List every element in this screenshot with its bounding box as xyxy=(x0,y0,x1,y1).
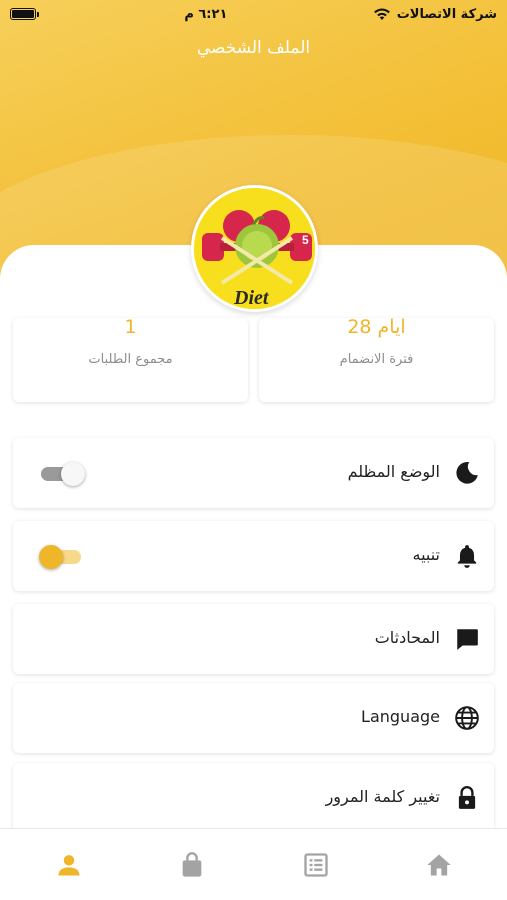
language-label: Language xyxy=(361,707,440,726)
stat-card-membership: 28 ايام فترة الانضمام xyxy=(259,318,494,402)
battery-icon xyxy=(10,8,39,20)
toggle-thumb xyxy=(61,462,85,486)
carrier-name: شركة الاتصالات xyxy=(396,6,497,22)
bottom-nav xyxy=(0,828,507,900)
membership-value: 28 ايام xyxy=(347,316,406,338)
change-password-label: تغيير كلمة المرور xyxy=(325,787,440,806)
lock-icon xyxy=(458,786,476,809)
dark-mode-toggle[interactable] xyxy=(41,462,85,486)
orders-value: 1 xyxy=(124,316,137,338)
shopping-bag-icon[interactable] xyxy=(178,851,206,879)
home-icon[interactable] xyxy=(425,851,453,879)
person-icon[interactable] xyxy=(55,851,83,879)
menu-item-change-password[interactable]: تغيير كلمة المرور xyxy=(13,763,494,833)
orders-label: مجموع الطلبات xyxy=(88,352,173,367)
toggle-thumb xyxy=(39,545,63,569)
menu-item-notifications[interactable]: تنبيه xyxy=(13,521,494,591)
list-icon[interactable] xyxy=(302,851,330,879)
stat-card-orders: 1 مجموع الطلبات xyxy=(13,318,248,402)
status-time: ٦:٢١ م xyxy=(184,6,228,22)
globe-icon xyxy=(455,706,479,730)
menu-item-dark-mode[interactable]: الوضع المظلم xyxy=(13,438,494,508)
avatar[interactable]: 5 Diet xyxy=(191,185,318,312)
avatar-logo-text: Diet xyxy=(233,287,270,309)
diet-logo: 5 Diet xyxy=(194,188,315,309)
avatar-number: 5 xyxy=(302,233,309,247)
wifi-icon xyxy=(373,8,390,20)
dark-mode-label: الوضع المظلم xyxy=(347,462,440,481)
notifications-label: تنبيه xyxy=(412,545,440,564)
status-bar: ٦:٢١ م شركة الاتصالات xyxy=(0,0,507,28)
page-title: الملف الشخصي xyxy=(196,38,311,58)
bell-icon xyxy=(457,545,477,568)
notifications-toggle[interactable] xyxy=(39,545,85,569)
moon-icon xyxy=(456,461,478,484)
menu-item-chats[interactable]: المحادثات xyxy=(13,604,494,674)
stats-row: 28 ايام فترة الانضمام 1 مجموع الطلبات xyxy=(13,318,494,402)
chat-icon xyxy=(457,629,478,650)
chats-label: المحادثات xyxy=(374,628,440,647)
membership-label: فترة الانضمام xyxy=(339,352,414,367)
menu-item-language[interactable]: Language xyxy=(13,683,494,753)
